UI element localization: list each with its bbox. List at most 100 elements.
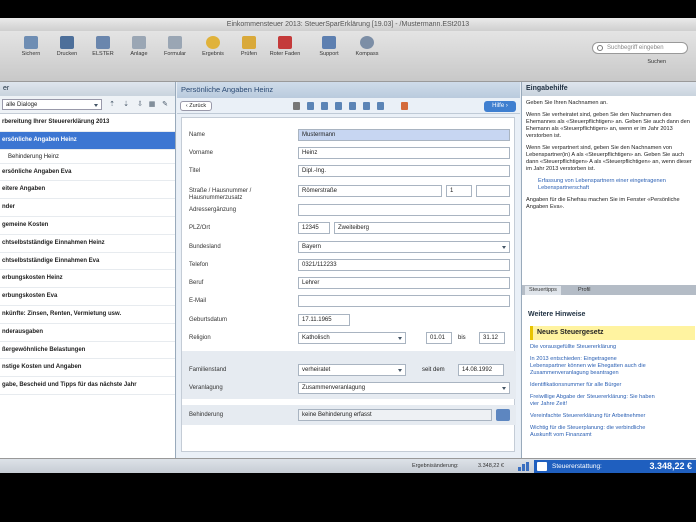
religion-to-field[interactable]: 31.12 bbox=[479, 332, 505, 344]
help-paragraph: Wenn Sie verheiratet sind, geben Sie den… bbox=[526, 112, 690, 139]
beruf-field[interactable]: Lehrer bbox=[298, 277, 510, 289]
hint-link[interactable]: Auskunft vom Finanzamt bbox=[530, 432, 695, 439]
sidebar-item[interactable]: erbungskosten Eva bbox=[0, 288, 175, 306]
move-down-icon[interactable]: ⇩ bbox=[136, 100, 144, 109]
hausnummerzusatz-field[interactable] bbox=[476, 185, 510, 197]
sidebar-item[interactable]: chtselbstständige Einnahmen Eva bbox=[0, 253, 175, 271]
pruefen-button[interactable]: Prüfen bbox=[232, 36, 266, 72]
edit-icon[interactable]: ✎ bbox=[161, 100, 169, 109]
tab-steuertipps[interactable]: Steuertipps bbox=[525, 286, 561, 295]
elster-button[interactable]: ELSTER bbox=[86, 36, 120, 72]
religion-bis-label: bis bbox=[458, 335, 466, 341]
sidebar-item[interactable]: ersönliche Angaben Eva bbox=[0, 164, 175, 182]
veranlagung-select[interactable]: Zusammenveranlagung bbox=[298, 382, 510, 394]
new-tax-law-banner[interactable]: Neues Steuergesetz bbox=[530, 326, 695, 340]
help-link-lebenspartner[interactable]: Erfassung von Lebenspartnern einer einge… bbox=[526, 178, 694, 192]
copy-icon[interactable] bbox=[349, 102, 356, 110]
list-icon[interactable] bbox=[321, 102, 328, 110]
sidebar-item[interactable]: gabe, Bescheid und Tipps für das nächste… bbox=[0, 377, 175, 395]
support-icon bbox=[322, 36, 336, 49]
help-button[interactable]: Hilfe › bbox=[484, 101, 516, 112]
page-title: Persönliche Angaben Heinz bbox=[177, 82, 520, 98]
tab-profil[interactable]: Profil bbox=[574, 286, 595, 295]
bundesland-select[interactable]: Bayern bbox=[298, 241, 510, 253]
seit-dem-field[interactable]: 14.08.1992 bbox=[458, 364, 504, 376]
sidebar-item[interactable]: nderausgaben bbox=[0, 324, 175, 342]
sidebar-item[interactable]: ßergewöhnliche Belastungen bbox=[0, 342, 175, 360]
dialog-filter-select[interactable]: alle Dialoge bbox=[2, 99, 102, 110]
arrow-down-icon[interactable]: ⇣ bbox=[122, 100, 130, 109]
sidebar-item[interactable]: gemeine Kosten bbox=[0, 217, 175, 235]
hint-link[interactable]: Freiwillige Abgabe der Steuererklärung: … bbox=[530, 394, 695, 401]
print-button[interactable]: Drucken bbox=[50, 36, 84, 72]
hint-link[interactable]: vier Jahre Zeit! bbox=[530, 401, 695, 408]
formular-button[interactable]: Formular bbox=[158, 36, 192, 72]
hints-heading: Weitere Hinweise bbox=[528, 311, 586, 318]
sidebar-item[interactable]: chtselbstständige Einnahmen Heinz bbox=[0, 235, 175, 253]
hint-link[interactable]: Wichtig für die Steuerplanung: die verbi… bbox=[530, 425, 695, 432]
sidebar-item[interactable]: ersönliche Angaben Heinz bbox=[0, 131, 175, 150]
hint-link[interactable]: Identifikationsnummer für alle Bürger bbox=[530, 382, 695, 389]
sidebar-item[interactable]: rbereitung Ihrer Steuererklärung 2013 bbox=[0, 114, 175, 132]
elster-icon bbox=[96, 36, 110, 49]
strasse-field[interactable]: Römerstraße bbox=[298, 185, 442, 197]
sidebar-item[interactable]: eitere Angaben bbox=[0, 181, 175, 200]
roter-faden-button[interactable]: Roter Faden bbox=[268, 36, 302, 72]
titel-field[interactable]: Dipl.-Ing. bbox=[298, 165, 510, 177]
status-bar: Ergebnisänderung: 3.348,22 € Steuerersta… bbox=[0, 458, 696, 473]
sidebar-item[interactable]: nkünfte: Zinsen, Renten, Vermietung usw. bbox=[0, 306, 175, 324]
hint-link[interactable]: Die vorausgefüllte Steuererklärung bbox=[530, 344, 695, 351]
pencil-icon[interactable] bbox=[293, 102, 300, 110]
help-tabs: Steuertipps Profil bbox=[522, 285, 696, 295]
ergebnis-button[interactable]: Ergebnis bbox=[196, 36, 230, 72]
steuererstattung-display[interactable]: Steuererstattung: 3.348,22 € bbox=[534, 460, 696, 473]
support-button[interactable]: Support bbox=[312, 36, 346, 72]
name-field[interactable]: Mustermann bbox=[298, 129, 510, 141]
geburtsdatum-field[interactable]: 17.11.1965 bbox=[298, 314, 350, 326]
toolbar: Sichern Drucken ELSTER Anlage Formular E… bbox=[0, 31, 696, 82]
search-input[interactable]: Suchbegriff eingeben bbox=[592, 42, 688, 54]
kompass-button[interactable]: Kompass bbox=[350, 36, 384, 72]
telefon-field[interactable]: 0321/112233 bbox=[298, 259, 510, 271]
religion-select[interactable]: Katholisch bbox=[298, 332, 406, 344]
edit-behinderung-button[interactable] bbox=[496, 409, 510, 421]
sidebar-item[interactable]: nstige Kosten und Angaben bbox=[0, 359, 175, 378]
note-icon[interactable] bbox=[377, 102, 384, 110]
email-field[interactable] bbox=[298, 295, 510, 307]
hint-link[interactable]: Lebenspartner können wie Ehegatten auch … bbox=[530, 363, 695, 370]
window-title: Einkommensteuer 2013: SteuerSparErklärun… bbox=[0, 18, 696, 31]
bar-chart-icon bbox=[518, 462, 530, 471]
arrow-up-icon[interactable]: ⇡ bbox=[108, 100, 116, 109]
adressergaenzung-field[interactable] bbox=[298, 204, 510, 216]
sidebar-item[interactable]: Behinderung Heinz bbox=[0, 150, 175, 164]
save-icon bbox=[24, 36, 38, 49]
sidebar-item[interactable]: nder bbox=[0, 199, 175, 217]
religion-from-field[interactable]: 01.01 bbox=[426, 332, 452, 344]
person-icon[interactable] bbox=[307, 102, 314, 110]
dialog-list: rbereitung Ihrer Steuererklärung 2013 ers… bbox=[0, 114, 175, 395]
anlage-icon bbox=[132, 36, 146, 49]
hint-link[interactable]: Zusammenveranlagung beantragen bbox=[530, 370, 695, 377]
save-button[interactable]: Sichern bbox=[14, 36, 48, 72]
help-text: Geben Sie Ihren Nachnamen an. Wenn Sie v… bbox=[526, 100, 694, 216]
form-toolbar: ‹ Zurück Hilfe › bbox=[177, 98, 520, 114]
formular-icon bbox=[168, 36, 182, 49]
plz-field[interactable]: 12345 bbox=[298, 222, 330, 234]
compass-icon bbox=[360, 36, 374, 49]
spell-check-icon[interactable] bbox=[401, 102, 408, 110]
sidebar-header: er bbox=[0, 82, 175, 96]
hausnummer-field[interactable]: 1 bbox=[446, 185, 472, 197]
anlage-button[interactable]: Anlage bbox=[122, 36, 156, 72]
ort-field[interactable]: Zweiteiberg bbox=[334, 222, 510, 234]
vorname-field[interactable]: Heinz bbox=[298, 147, 510, 159]
back-button[interactable]: ‹ Zurück bbox=[180, 101, 212, 111]
document-icon[interactable] bbox=[335, 102, 342, 110]
attachment-icon[interactable] bbox=[363, 102, 370, 110]
hint-link[interactable]: In 2013 entschieden: Eingetragene bbox=[530, 356, 695, 363]
hint-link[interactable]: Vereinfachte Steuererklärung für Arbeitn… bbox=[530, 413, 695, 420]
grid-icon[interactable]: ▦ bbox=[148, 100, 156, 109]
dialog-navigator: er alle Dialoge ⇡ ⇣ ⇩ ▦ ✎ rbereitung Ihr… bbox=[0, 82, 176, 473]
sidebar-item[interactable]: erbungskosten Heinz bbox=[0, 270, 175, 289]
familienstand-select[interactable]: verheiratet bbox=[298, 364, 406, 376]
pruefen-icon bbox=[242, 36, 256, 49]
